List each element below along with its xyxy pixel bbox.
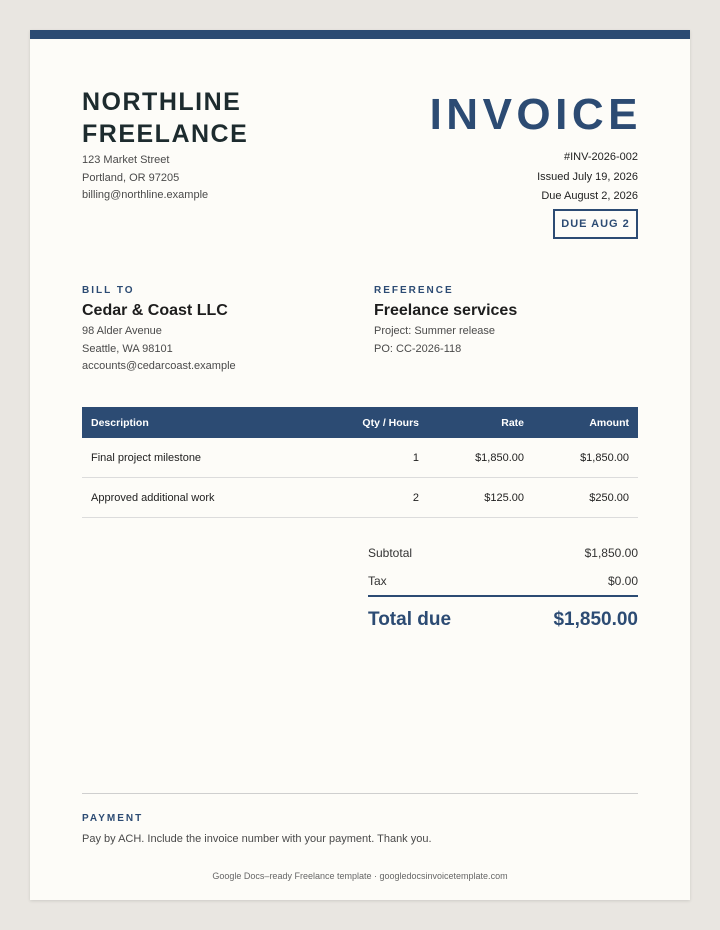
issue-date: Issued July 19, 2026 bbox=[537, 170, 638, 183]
template-credit: Google Docs–ready Freelance template · g… bbox=[212, 871, 508, 881]
sender-address-line2: Portland, OR 97205 bbox=[82, 171, 180, 184]
row-description: Final project milestone bbox=[91, 451, 202, 464]
sender-block: NORTHLINE FREELANCE 123 Market Street Po… bbox=[82, 86, 248, 205]
table-row: Final project milestone 1 $1,850.00 $1,8… bbox=[82, 438, 638, 478]
company-name: NORTHLINE FREELANCE bbox=[82, 86, 248, 150]
tax-row: Tax $0.00 bbox=[368, 567, 638, 597]
accent-bar bbox=[30, 30, 690, 39]
total-row: Total due $1,850.00 bbox=[368, 597, 638, 643]
client-name: Cedar & Coast LLC bbox=[82, 302, 228, 319]
header-qty: Qty / Hours bbox=[362, 416, 419, 429]
payment-label: PAYMENT bbox=[82, 813, 144, 824]
reference-block: REFERENCE Freelance services Project: Su… bbox=[374, 285, 517, 358]
invoice-number: #INV-2026-002 bbox=[564, 151, 638, 163]
invoice-header: INVOICE #INV-2026-002 Issued July 19, 20… bbox=[430, 90, 638, 207]
reference-title: Freelance services bbox=[374, 302, 518, 319]
header-amount: Amount bbox=[589, 416, 629, 429]
row-rate: $125.00 bbox=[484, 491, 524, 504]
sender-address-line1: 123 Market Street bbox=[82, 154, 170, 166]
tax-value: $0.00 bbox=[607, 574, 638, 588]
subtotal-row: Subtotal $1,850.00 bbox=[368, 539, 638, 567]
sender-email: billing@northline.example bbox=[82, 189, 209, 201]
row-rate: $1,850.00 bbox=[475, 451, 524, 464]
reference-label: REFERENCE bbox=[374, 285, 454, 296]
payment-block: PAYMENT Pay by ACH. Include the invoice … bbox=[82, 813, 432, 845]
payment-instructions: Pay by ACH. Include the invoice number w… bbox=[82, 833, 432, 845]
due-badge: DUE AUG 2 bbox=[553, 209, 638, 239]
invoice-page: NORTHLINE FREELANCE 123 Market Street Po… bbox=[30, 30, 690, 900]
header-rate: Rate bbox=[501, 416, 524, 429]
bill-to-block: BILL TO Cedar & Coast LLC 98 Alder Avenu… bbox=[82, 285, 236, 376]
client-address-line1: 98 Alder Avenue bbox=[82, 325, 162, 337]
row-amount: $1,850.00 bbox=[580, 451, 629, 464]
tax-label: Tax bbox=[368, 574, 387, 588]
client-email: accounts@cedarcoast.example bbox=[82, 360, 236, 372]
project-line: Project: Summer release bbox=[374, 325, 496, 337]
invoice-title: INVOICE bbox=[429, 90, 642, 139]
po-line: PO: CC-2026-118 bbox=[374, 342, 462, 355]
row-qty: 2 bbox=[412, 491, 419, 504]
subtotal-label: Subtotal bbox=[368, 546, 413, 560]
due-date: Due August 2, 2026 bbox=[541, 190, 638, 202]
totals-block: Subtotal $1,850.00 Tax $0.00 Total due $… bbox=[368, 539, 638, 643]
table-row: Approved additional work 2 $125.00 $250.… bbox=[82, 478, 638, 518]
footer-divider bbox=[82, 793, 638, 794]
client-address-line2: Seattle, WA 98101 bbox=[82, 342, 173, 355]
line-items-table: Description Qty / Hours Rate Amount Fina… bbox=[82, 407, 638, 518]
bill-to-label: BILL TO bbox=[82, 285, 135, 296]
company-name-line2: FREELANCE bbox=[82, 120, 249, 148]
subtotal-value: $1,850.00 bbox=[584, 546, 638, 560]
row-amount: $250.00 bbox=[589, 491, 629, 504]
row-description: Approved additional work bbox=[91, 491, 215, 504]
header-description: Description bbox=[91, 416, 149, 429]
total-value: $1,850.00 bbox=[553, 609, 638, 630]
table-header: Description Qty / Hours Rate Amount bbox=[82, 407, 638, 438]
row-qty: 1 bbox=[412, 451, 419, 464]
total-label: Total due bbox=[368, 609, 452, 630]
company-name-line1: NORTHLINE bbox=[82, 88, 242, 116]
